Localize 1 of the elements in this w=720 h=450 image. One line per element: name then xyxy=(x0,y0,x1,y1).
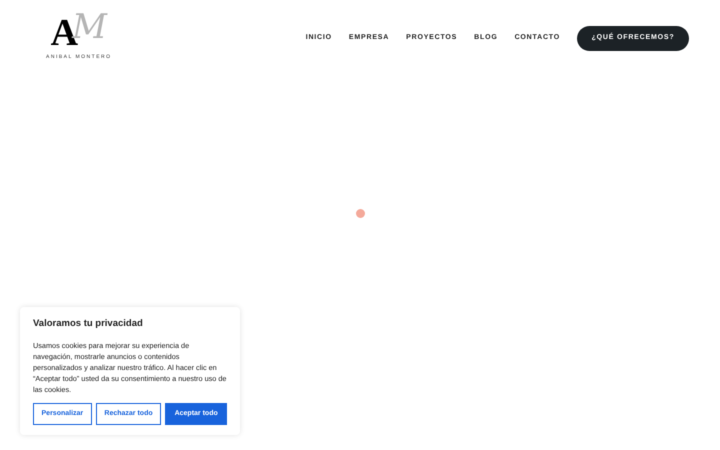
banner-title: Valoramos tu privacidad xyxy=(33,317,144,331)
